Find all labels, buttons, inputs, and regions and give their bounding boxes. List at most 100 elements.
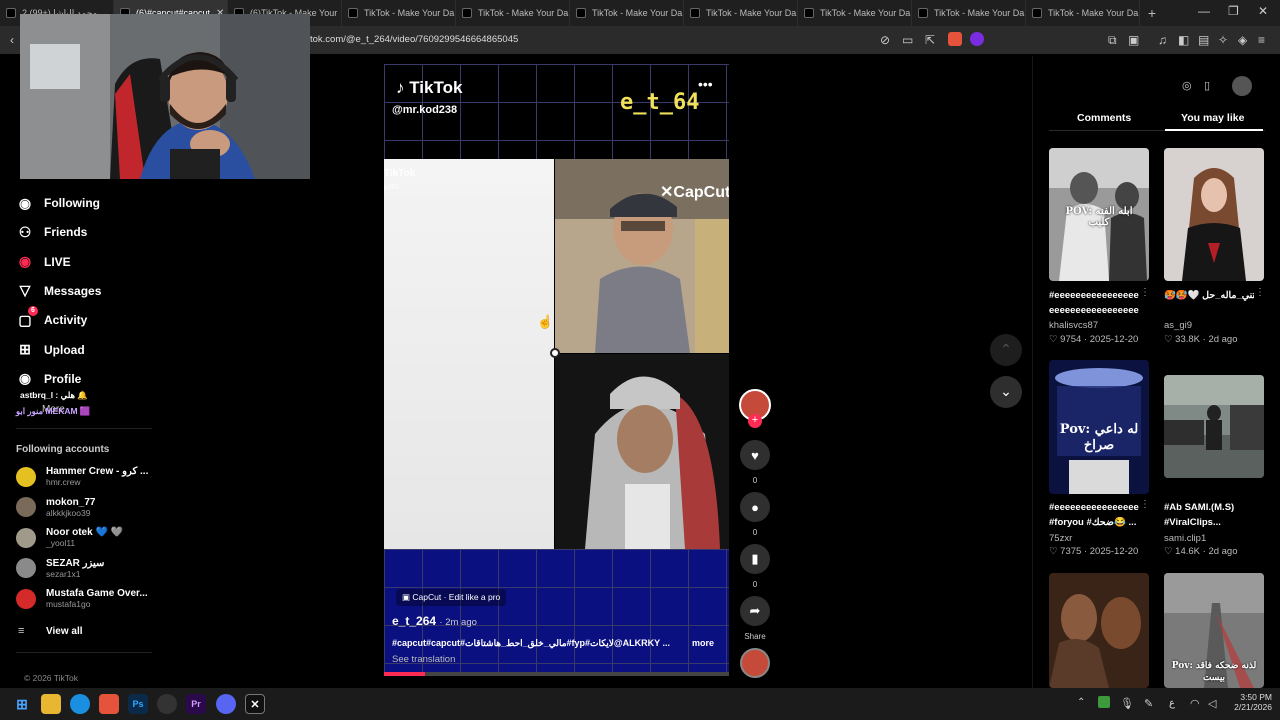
video-thumbnail[interactable] [1164, 148, 1264, 281]
tab-you-may-like[interactable]: You may like [1181, 112, 1244, 124]
plus-square-icon: ⊞ [19, 341, 31, 357]
clock[interactable]: 3:50 PM 2/21/2026 [1224, 692, 1272, 712]
extensions-icon[interactable]: ⧉ [1108, 33, 1117, 48]
video-author[interactable]: e_t_264 · 2m ago [392, 614, 477, 628]
avatar [16, 588, 36, 609]
following-account-item[interactable]: mokon_77 alkkkjkoo39 [16, 497, 95, 518]
card-title-line2[interactable]: #foryou #ضحك😂 ... [1049, 517, 1144, 528]
brave-rewards-icon[interactable] [970, 32, 984, 46]
comment-icon[interactable]: ● [740, 492, 770, 522]
minimize-icon[interactable]: — [1198, 4, 1210, 18]
sidebar-toggle-icon[interactable]: ◧ [1178, 33, 1189, 47]
browser-tab[interactable]: TikTok - Make Your Da [456, 0, 570, 26]
compass-icon[interactable]: ◎ [1182, 79, 1192, 92]
card-username[interactable]: sami.clip1 [1164, 533, 1206, 544]
close-window-icon[interactable]: ✕ [1258, 4, 1268, 18]
card-username[interactable]: 75zxr [1049, 533, 1072, 544]
tab-label: TikTok - Make Your Da [1048, 8, 1139, 18]
view-all-link[interactable]: View all [46, 626, 83, 637]
caption-more-link[interactable]: more [692, 638, 714, 648]
card-more-icon[interactable]: ⋮ [1140, 499, 1150, 510]
card-more-icon[interactable]: ⋮ [1140, 287, 1150, 298]
progress-track[interactable] [384, 672, 729, 676]
card-title[interactable]: #eeeeeeeeeeeeeeeeeeeeee [1049, 502, 1139, 513]
url-field[interactable]: tok.com/@e_t_264/video/76092995466648650… [310, 34, 518, 45]
like-icon[interactable]: ♥ [740, 440, 770, 470]
browser-tab[interactable]: TikTok - Make Your Da [342, 0, 456, 26]
save-count: 0 [752, 580, 758, 589]
see-translation-link[interactable]: See translation [392, 654, 455, 665]
maximize-icon[interactable]: ❐ [1228, 4, 1239, 18]
premiere-icon[interactable]: Pr [186, 694, 206, 714]
previous-video-button[interactable]: ⌃ [990, 334, 1022, 366]
wallet-icon[interactable]: ▣ [1128, 33, 1139, 47]
nav-item-friends[interactable]: ⚇ Friends [16, 223, 88, 241]
brave-icon[interactable] [99, 694, 119, 714]
music-icon[interactable]: ♫ [1158, 33, 1167, 47]
share-page-icon[interactable]: ⇱ [925, 33, 935, 47]
sound-disc-icon[interactable] [740, 648, 770, 678]
capcut-icon[interactable]: ✕ [245, 694, 265, 714]
leo-ai-icon[interactable]: ✧ [1218, 33, 1228, 47]
card-title[interactable]: #Ab SAMI.(M.S) [1164, 502, 1259, 513]
video-player[interactable]: ♪ TikTok @mr.kod238 e_t_64 ••• TikTok p3… [384, 64, 729, 676]
card-title[interactable]: #eeeeeeeeeeeeeeeeeeeeee... [1049, 290, 1139, 301]
thumbnail-caption: POV: ابله الفنه كليب [1065, 206, 1133, 228]
bookmark-icon[interactable]: ▮ [740, 544, 770, 574]
device-icon[interactable]: ▯ [1204, 79, 1210, 92]
cast-icon[interactable]: ▭ [902, 33, 913, 47]
wallet2-icon[interactable]: ▤ [1198, 33, 1209, 47]
clock-time: 3:50 PM [1240, 692, 1272, 702]
following-account-item[interactable]: SEZAR سيزر sezar1x1 [16, 558, 104, 579]
photoshop-icon[interactable]: Ps [128, 694, 148, 714]
nav-item-activity[interactable]: ▢ 6 Activity [16, 306, 87, 329]
new-tab-button[interactable]: + [1140, 5, 1164, 21]
capcut-badge[interactable]: ▣ CapCut · Edit like a pro [396, 589, 507, 606]
more-options-icon[interactable]: ••• [698, 76, 713, 92]
browser-tab[interactable]: TikTok - Make Your Da [570, 0, 684, 26]
next-video-button[interactable]: ⌄ [990, 376, 1022, 408]
volume-icon[interactable]: ◁ [1208, 697, 1216, 710]
discord-icon[interactable] [216, 694, 236, 714]
edge-icon[interactable] [70, 694, 90, 714]
vpn-icon[interactable]: ◈ [1238, 33, 1247, 47]
browser-tab[interactable]: TikTok - Make Your Da [912, 0, 1026, 26]
video-thumbnail[interactable] [1164, 375, 1264, 478]
chevron-up-icon[interactable]: ⌃ [1077, 697, 1085, 708]
nav-item-profile[interactable]: ◉ Profile [16, 370, 81, 388]
tray-app-icon[interactable] [1098, 696, 1110, 708]
pen-icon[interactable]: ✎ [1144, 697, 1153, 710]
share-icon[interactable]: ➦ [740, 596, 770, 626]
following-account-item[interactable]: Mustafa Game Over... mustafa1go [16, 588, 148, 609]
file-explorer-icon[interactable] [41, 694, 61, 714]
card-username[interactable]: as_gi9 [1164, 320, 1192, 331]
card-title[interactable]: 🥵🥵🤍 حب_المستني_ماله_حل... [1164, 290, 1254, 301]
card-title-line2[interactable]: #ViralClips... [1164, 517, 1259, 528]
capcut-logo-overlay: ✕CapCut [660, 184, 729, 201]
nav-item-live[interactable]: ◉ LIVE [16, 253, 71, 271]
media-off-icon[interactable]: ⊘ [880, 33, 890, 47]
windows-icon[interactable]: ⊞ [12, 694, 32, 714]
video-thumbnail[interactable] [1049, 573, 1149, 688]
following-account-item[interactable]: Hammer Crew - كرو ... hmr.crew [16, 466, 148, 487]
wifi-icon[interactable]: ◠ [1190, 697, 1200, 710]
browser-tab[interactable]: TikTok - Make Your Da [1026, 0, 1140, 26]
back-icon[interactable]: ‹ [10, 33, 14, 47]
card-more-icon[interactable]: ⋮ [1255, 287, 1265, 298]
browser-tab[interactable]: TikTok - Make Your Da [684, 0, 798, 26]
brave-shields-icon[interactable] [948, 32, 962, 46]
follow-plus-icon[interactable]: + [748, 414, 762, 428]
nav-item-following[interactable]: ◉ Following [16, 194, 100, 212]
language-indicator[interactable]: ع [1169, 698, 1175, 709]
card-username[interactable]: khalisvcs87 [1049, 320, 1098, 331]
browser-tab[interactable]: TikTok - Make Your Da [798, 0, 912, 26]
following-account-item[interactable]: Noor otek 💙 🩶 _yool11 [16, 527, 123, 548]
user-avatar[interactable] [1232, 76, 1252, 96]
card-title-line2[interactable]: eeeeeeeeeeeeeeeeeeeeeee... [1049, 305, 1139, 316]
menu-icon[interactable]: ≡ [1258, 33, 1265, 47]
microphone-icon[interactable]: 🎙 [1120, 697, 1134, 710]
nav-item-messages[interactable]: ▽ Messages [16, 282, 102, 300]
nav-item-upload[interactable]: ⊞ Upload [16, 341, 85, 359]
tab-comments[interactable]: Comments [1077, 112, 1131, 124]
obs-icon[interactable] [157, 694, 177, 714]
